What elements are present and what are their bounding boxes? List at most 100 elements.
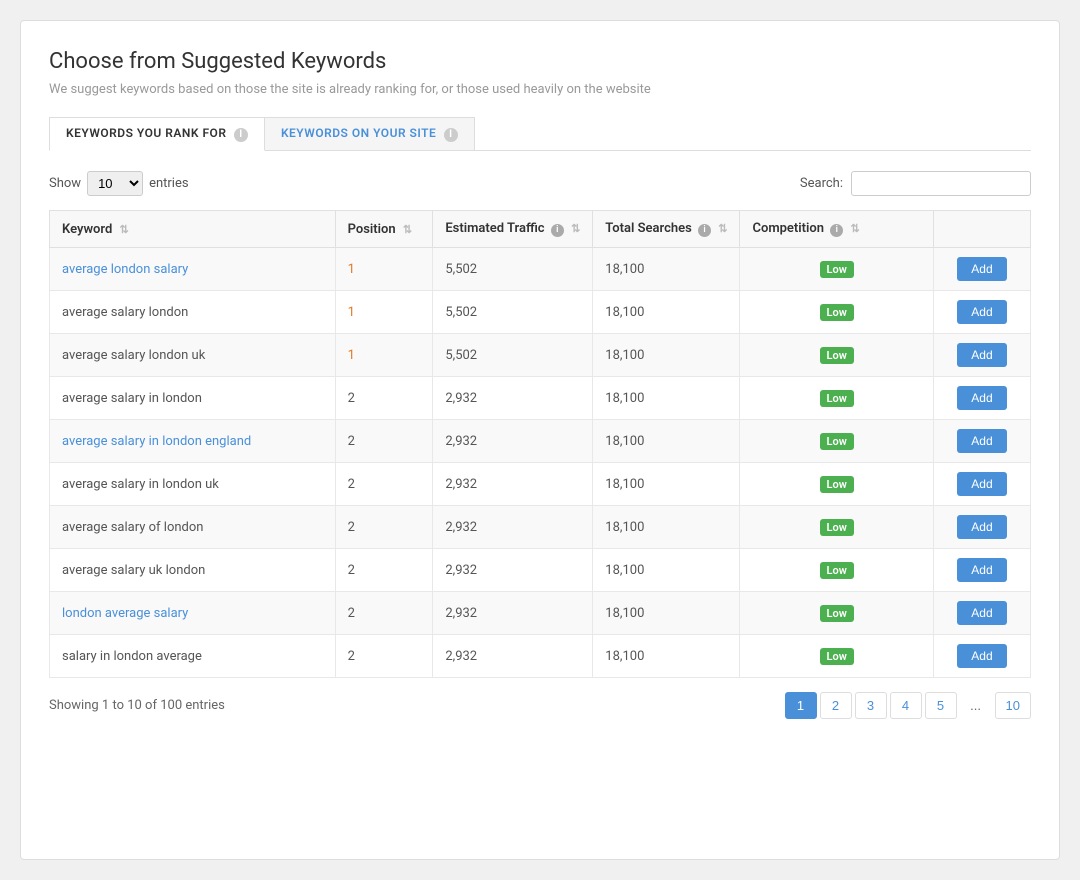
tab-keywords-rank[interactable]: KEYWORDS YOU RANK FOR i [49, 117, 265, 151]
cell-position: 2 [335, 635, 433, 678]
cell-competition: Low [740, 334, 933, 377]
cell-competition: Low [740, 592, 933, 635]
cell-action: Add [933, 592, 1030, 635]
add-keyword-button[interactable]: Add [957, 601, 1006, 625]
competition-badge: Low [820, 648, 854, 665]
showing-info: Showing 1 to 10 of 100 entries [49, 698, 225, 713]
keyword-link[interactable]: average salary in london england [62, 434, 251, 449]
cell-position: 2 [335, 549, 433, 592]
competition-badge: Low [820, 304, 854, 321]
cell-action: Add [933, 291, 1030, 334]
cell-competition: Low [740, 420, 933, 463]
add-keyword-button[interactable]: Add [957, 343, 1006, 367]
show-entries-control: Show 10 25 50 100 entries [49, 171, 189, 196]
pagination-page-1[interactable]: 1 [785, 692, 817, 719]
add-keyword-button[interactable]: Add [957, 386, 1006, 410]
table-row: average salary of london22,93218,100LowA… [50, 506, 1031, 549]
col-competition-info-icon: i [830, 224, 843, 237]
cell-competition: Low [740, 377, 933, 420]
cell-searches: 18,100 [593, 377, 740, 420]
page-title: Choose from Suggested Keywords [49, 49, 1031, 74]
table-row: average salary in london22,93218,100LowA… [50, 377, 1031, 420]
table-row: average salary in london england22,93218… [50, 420, 1031, 463]
table-controls: Show 10 25 50 100 entries Search: [49, 171, 1031, 196]
cell-keyword: average salary in london [50, 377, 336, 420]
competition-badge: Low [820, 390, 854, 407]
pagination-page-10[interactable]: 10 [995, 692, 1031, 719]
sort-icon-traffic[interactable]: ⇅ [571, 222, 580, 235]
cell-action: Add [933, 549, 1030, 592]
col-searches-info-icon: i [698, 224, 711, 237]
cell-searches: 18,100 [593, 506, 740, 549]
cell-competition: Low [740, 248, 933, 291]
cell-action: Add [933, 420, 1030, 463]
cell-action: Add [933, 334, 1030, 377]
add-keyword-button[interactable]: Add [957, 644, 1006, 668]
pagination-page-2[interactable]: 2 [820, 692, 852, 719]
keyword-link[interactable]: average london salary [62, 262, 188, 277]
cell-competition: Low [740, 549, 933, 592]
competition-badge: Low [820, 433, 854, 450]
col-header-keyword: Keyword ⇅ [50, 211, 336, 248]
table-header-row: Keyword ⇅ Position ⇅ Estimated Traffic i… [50, 211, 1031, 248]
cell-position: 2 [335, 506, 433, 549]
add-keyword-button[interactable]: Add [957, 429, 1006, 453]
main-card: Choose from Suggested Keywords We sugges… [20, 20, 1060, 860]
search-label: Search: [800, 176, 843, 191]
cell-competition: Low [740, 506, 933, 549]
table-row: london average salary22,93218,100LowAdd [50, 592, 1031, 635]
competition-badge: Low [820, 261, 854, 278]
col-traffic-info-icon: i [551, 224, 564, 237]
search-input[interactable] [851, 171, 1031, 196]
competition-badge: Low [820, 605, 854, 622]
cell-keyword: average salary in london uk [50, 463, 336, 506]
add-keyword-button[interactable]: Add [957, 257, 1006, 281]
cell-competition: Low [740, 635, 933, 678]
tab-bar: KEYWORDS YOU RANK FOR i KEYWORDS ON YOUR… [49, 117, 1031, 151]
entries-label: entries [149, 176, 189, 191]
cell-position: 2 [335, 420, 433, 463]
add-keyword-button[interactable]: Add [957, 300, 1006, 324]
table-row: average salary london15,50218,100LowAdd [50, 291, 1031, 334]
competition-badge: Low [820, 476, 854, 493]
cell-action: Add [933, 506, 1030, 549]
pagination-page-3[interactable]: 3 [855, 692, 887, 719]
table-row: salary in london average22,93218,100LowA… [50, 635, 1031, 678]
sort-icon-position[interactable]: ⇅ [403, 223, 412, 236]
table-row: average london salary15,50218,100LowAdd [50, 248, 1031, 291]
cell-keyword: average salary london uk [50, 334, 336, 377]
pagination-page-5[interactable]: 5 [925, 692, 957, 719]
cell-keyword: average salary of london [50, 506, 336, 549]
cell-searches: 18,100 [593, 420, 740, 463]
competition-badge: Low [820, 519, 854, 536]
cell-searches: 18,100 [593, 635, 740, 678]
entries-select[interactable]: 10 25 50 100 [87, 171, 143, 196]
cell-keyword: salary in london average [50, 635, 336, 678]
cell-action: Add [933, 377, 1030, 420]
col-header-position: Position ⇅ [335, 211, 433, 248]
sort-icon-competition[interactable]: ⇅ [851, 222, 860, 235]
add-keyword-button[interactable]: Add [957, 558, 1006, 582]
sort-icon-searches[interactable]: ⇅ [718, 222, 727, 235]
add-keyword-button[interactable]: Add [957, 472, 1006, 496]
pagination-ellipsis: ... [960, 693, 992, 718]
cell-keyword: average salary london [50, 291, 336, 334]
cell-traffic: 5,502 [433, 291, 593, 334]
show-label: Show [49, 176, 81, 191]
cell-traffic: 2,932 [433, 549, 593, 592]
keyword-link[interactable]: london average salary [62, 606, 188, 621]
cell-keyword: average salary uk london [50, 549, 336, 592]
cell-keyword: average london salary [50, 248, 336, 291]
cell-keyword: london average salary [50, 592, 336, 635]
keywords-table: Keyword ⇅ Position ⇅ Estimated Traffic i… [49, 210, 1031, 678]
col-header-searches: Total Searches i ⇅ [593, 211, 740, 248]
cell-position: 1 [335, 291, 433, 334]
cell-traffic: 2,932 [433, 377, 593, 420]
pagination: 12345...10 [785, 692, 1031, 719]
pagination-page-4[interactable]: 4 [890, 692, 922, 719]
tab-keywords-site[interactable]: KEYWORDS ON YOUR SITE i [265, 117, 475, 151]
cell-position: 2 [335, 592, 433, 635]
add-keyword-button[interactable]: Add [957, 515, 1006, 539]
sort-icon-keyword[interactable]: ⇅ [120, 223, 129, 236]
cell-searches: 18,100 [593, 592, 740, 635]
